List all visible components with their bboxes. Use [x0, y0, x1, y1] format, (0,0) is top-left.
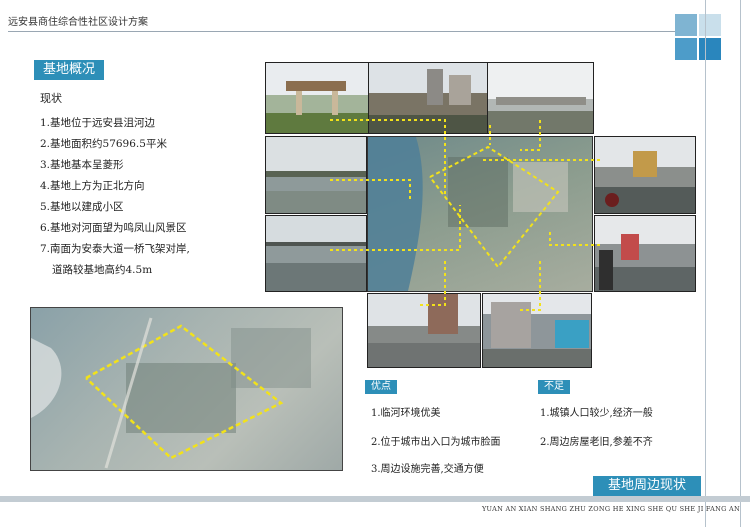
site-point: 7.南面为安泰大道一桥飞架对岸, [40, 243, 190, 255]
site-photo [594, 136, 696, 214]
weakness-item: 1.城镇人口较少,经济一般 [540, 408, 653, 419]
weaknesses-tag: 不足 [538, 380, 570, 394]
site-photo [482, 293, 592, 368]
site-point: 道路较基地高约4.5m [52, 264, 153, 276]
site-point: 6.基地对河面望为鸣凤山风景区 [40, 222, 187, 234]
weakness-item: 2.周边房屋老旧,参差不齐 [540, 437, 653, 448]
site-point: 4.基地上方为正北方向 [40, 180, 145, 192]
central-site-map [367, 136, 593, 292]
strengths-tag: 优点 [365, 380, 397, 394]
strength-item: 3.周边设施完善,交通方便 [371, 464, 484, 475]
site-photo [367, 293, 481, 368]
strength-item: 2.位于城市出入口为城市脸面 [371, 437, 501, 448]
site-point: 5.基地以建成小区 [40, 201, 124, 213]
site-point: 3.基地基本呈菱形 [40, 159, 124, 171]
aerial-site-image [30, 307, 343, 471]
site-point: 1.基地位于远安县沮河边 [40, 117, 156, 129]
footer-pinyin: YUAN AN XIAN SHANG ZHU ZONG HE XING SHE … [481, 505, 740, 513]
site-photo [265, 136, 367, 214]
site-photo [487, 62, 594, 134]
site-photo [594, 215, 696, 292]
site-overview-tag: 基地概况 [34, 60, 104, 80]
strength-item: 1.临河环境优美 [371, 408, 441, 419]
status-label: 现状 [40, 92, 62, 105]
site-photo [368, 62, 488, 134]
header-divider [8, 31, 680, 32]
site-photo [265, 62, 369, 134]
footer-band [0, 496, 750, 502]
document-title: 远安县商住综合性社区设计方案 [8, 17, 148, 28]
site-point: 2.基地面积约57696.5平米 [40, 138, 167, 150]
site-photo [265, 215, 367, 292]
surroundings-tag: 基地周边现状 [593, 476, 701, 496]
